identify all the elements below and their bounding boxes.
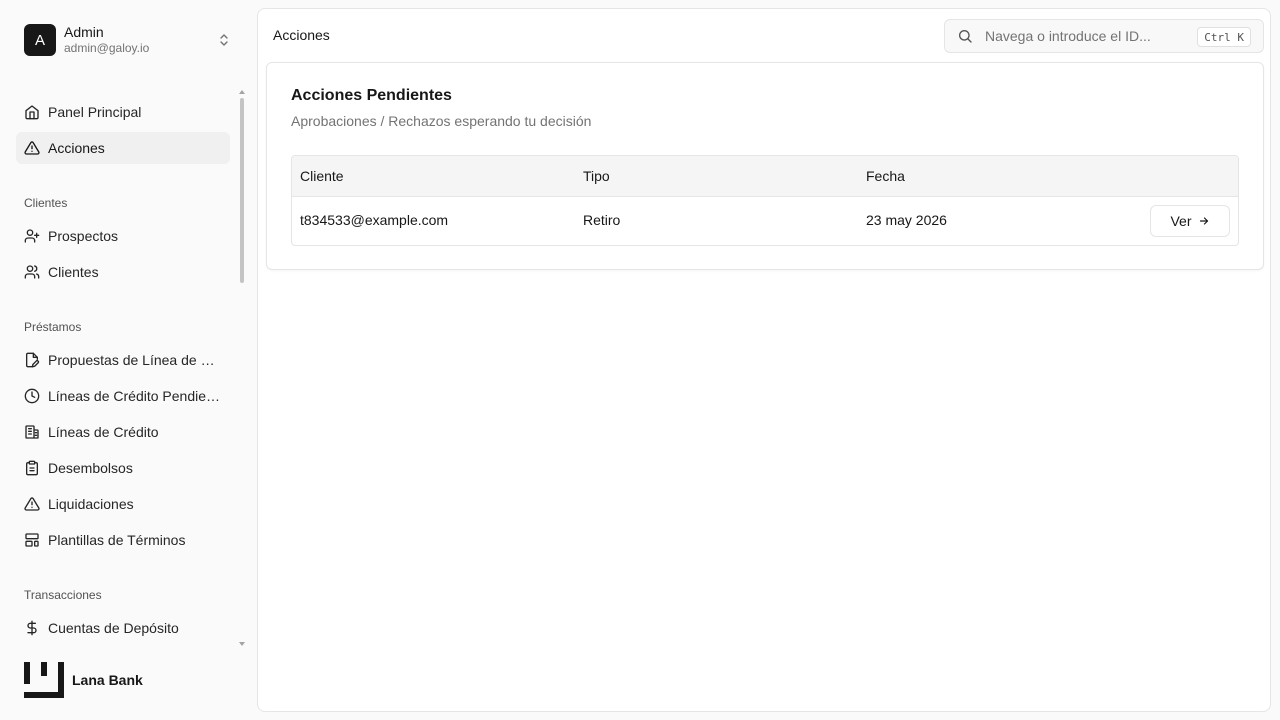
sidebar-item-label: Panel Principal	[48, 104, 142, 120]
sidebar-item-desembolsos[interactable]: Desembolsos	[16, 452, 230, 484]
sidebar-item-label: Desembolsos	[48, 460, 133, 476]
table-row: t834533@example.com Retiro 23 may 2026 V…	[292, 197, 1238, 245]
section-label-clientes: Clientes	[24, 196, 68, 210]
page-title: Acciones	[273, 27, 330, 43]
sidebar-scrollbar[interactable]	[238, 90, 246, 646]
clipboard-icon	[24, 460, 40, 476]
column-header-tipo: Tipo	[583, 168, 610, 184]
arrow-right-icon	[1199, 217, 1208, 225]
search-icon	[959, 30, 972, 43]
sidebar-item-label: Clientes	[48, 264, 99, 280]
column-header-fecha: Fecha	[866, 168, 905, 184]
search-bar[interactable]: Ctrl K	[944, 19, 1264, 53]
search-input[interactable]	[985, 28, 1185, 44]
sidebar-item-propuestas[interactable]: Propuestas de Línea de Crédito	[16, 344, 230, 376]
section-label-prestamos: Préstamos	[24, 320, 82, 334]
sidebar-item-label: Líneas de Crédito	[48, 424, 159, 440]
sidebar-item-liquidaciones[interactable]: Liquidaciones	[16, 488, 230, 520]
view-button[interactable]: Ver	[1150, 205, 1230, 237]
scroll-down-arrow-icon[interactable]	[239, 642, 245, 646]
cell-date: 23 may 2026	[866, 212, 947, 228]
alert-triangle-icon	[24, 140, 40, 156]
alert-triangle-icon	[24, 496, 40, 512]
layout-template-icon	[24, 532, 40, 548]
building-icon	[24, 424, 40, 440]
cell-client: t834533@example.com	[300, 212, 449, 228]
lana-bank-logo-icon	[24, 662, 64, 698]
file-edit-icon	[24, 352, 40, 368]
card-subtitle: Aprobaciones / Rechazos esperando tu dec…	[291, 113, 592, 129]
main-panel: Acciones Ctrl K Acciones Pendientes Apro…	[257, 8, 1271, 712]
section-label-transacciones: Transacciones	[24, 588, 102, 602]
sidebar-nav: Panel Principal Acciones Clientes Prospe…	[16, 94, 230, 646]
sidebar-item-lineas-credito[interactable]: Líneas de Crédito	[16, 416, 230, 448]
sidebar-item-cuentas-deposito[interactable]: Cuentas de Depósito	[16, 612, 230, 644]
sidebar-item-lineas-pendientes[interactable]: Líneas de Crédito Pendientes	[16, 380, 230, 412]
user-name: Admin	[64, 24, 104, 40]
users-icon	[24, 264, 40, 280]
pending-actions-card: Acciones Pendientes Aprobaciones / Recha…	[266, 62, 1264, 270]
user-switcher[interactable]: A Admin admin@galoy.io	[24, 24, 236, 56]
keyboard-shortcut-badge: Ctrl K	[1197, 27, 1251, 47]
sidebar-item-label: Líneas de Crédito Pendientes	[48, 388, 224, 404]
brand-name: Lana Bank	[72, 672, 143, 688]
sidebar-item-label: Plantillas de Términos	[48, 532, 186, 548]
view-button-label: Ver	[1170, 213, 1192, 229]
sidebar-item-clientes[interactable]: Clientes	[16, 256, 230, 288]
user-plus-icon	[24, 228, 40, 244]
chevrons-up-down-icon	[220, 34, 228, 46]
sidebar-item-label: Prospectos	[48, 228, 119, 244]
sidebar-item-plantillas[interactable]: Plantillas de Términos	[16, 524, 230, 556]
sidebar-item-label: Acciones	[48, 140, 105, 156]
cell-type: Retiro	[583, 212, 621, 228]
sidebar-item-acciones[interactable]: Acciones	[16, 132, 230, 164]
brand: Lana Bank	[24, 662, 143, 698]
avatar: A	[24, 24, 56, 56]
card-title: Acciones Pendientes	[291, 87, 452, 104]
pending-actions-table: Cliente Tipo Fecha t834533@example.com R…	[291, 155, 1239, 246]
sidebar-item-label: Propuestas de Línea de Crédito	[48, 352, 224, 368]
scroll-up-arrow-icon[interactable]	[239, 90, 245, 94]
table-header: Cliente Tipo Fecha	[292, 156, 1238, 197]
sidebar: A Admin admin@galoy.io Panel Principal A…	[0, 0, 256, 720]
sidebar-item-panel-principal[interactable]: Panel Principal	[16, 96, 230, 128]
column-header-cliente: Cliente	[300, 168, 344, 184]
clock-icon	[24, 388, 40, 404]
dollar-icon	[24, 620, 40, 636]
user-email: admin@galoy.io	[64, 41, 150, 55]
sidebar-item-label: Liquidaciones	[48, 496, 134, 512]
sidebar-item-prospectos[interactable]: Prospectos	[16, 220, 230, 252]
sidebar-item-label: Cuentas de Depósito	[48, 620, 179, 636]
home-icon	[24, 104, 40, 120]
scrollbar-thumb[interactable]	[240, 98, 244, 283]
